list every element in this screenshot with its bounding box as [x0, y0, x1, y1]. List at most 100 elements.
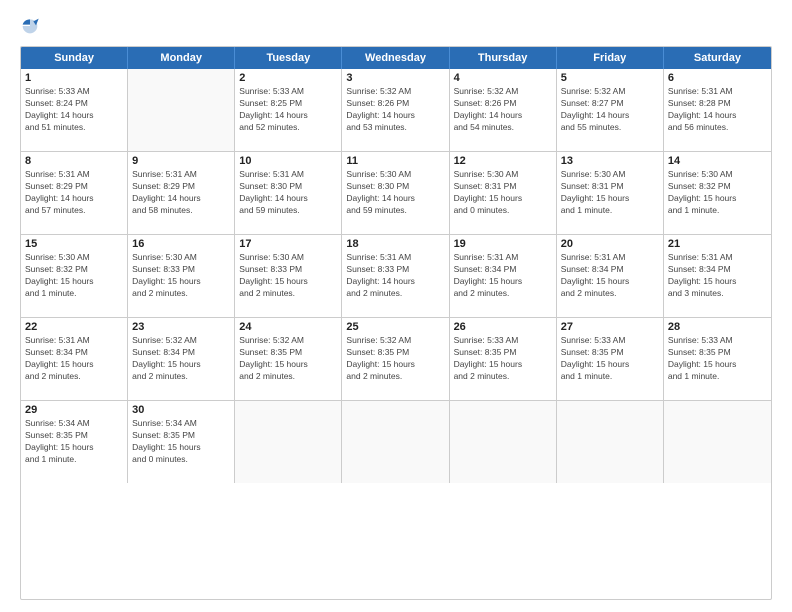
day-number: 6 [668, 72, 767, 84]
day-number: 20 [561, 238, 659, 250]
day-info: Sunrise: 5:31 AMSunset: 8:29 PMDaylight:… [132, 169, 230, 217]
calendar-cell: 9 Sunrise: 5:31 AMSunset: 8:29 PMDaylight… [128, 152, 235, 234]
day-number: 17 [239, 238, 337, 250]
calendar-cell [128, 69, 235, 151]
header-day-thursday: Thursday [450, 47, 557, 69]
day-number: 8 [25, 155, 123, 167]
calendar-cell: 21 Sunrise: 5:31 AMSunset: 8:34 PMDayligh… [664, 235, 771, 317]
page: SundayMondayTuesdayWednesdayThursdayFrid… [0, 0, 792, 612]
day-info: Sunrise: 5:34 AMSunset: 8:35 PMDaylight:… [25, 418, 123, 466]
day-number: 9 [132, 155, 230, 167]
day-info: Sunrise: 5:34 AMSunset: 8:35 PMDaylight:… [132, 418, 230, 466]
day-info: Sunrise: 5:33 AMSunset: 8:25 PMDaylight:… [239, 86, 337, 134]
day-number: 26 [454, 321, 552, 333]
calendar-body: 1 Sunrise: 5:33 AMSunset: 8:24 PMDaylight… [21, 69, 771, 483]
calendar-cell: 28 Sunrise: 5:33 AMSunset: 8:35 PMDayligh… [664, 318, 771, 400]
calendar-row-2: 15 Sunrise: 5:30 AMSunset: 8:32 PMDayligh… [21, 234, 771, 317]
day-info: Sunrise: 5:31 AMSunset: 8:33 PMDaylight:… [346, 252, 444, 300]
calendar-cell: 12 Sunrise: 5:30 AMSunset: 8:31 PMDayligh… [450, 152, 557, 234]
day-info: Sunrise: 5:30 AMSunset: 8:32 PMDaylight:… [668, 169, 767, 217]
calendar-cell: 26Sunrise: 5:33 AMSunset: 8:35 PMDayligh… [450, 318, 557, 400]
day-info: Sunrise: 5:33 AMSunset: 8:35 PMDaylight:… [561, 335, 659, 383]
day-info: Sunrise: 5:31 AMSunset: 8:34 PMDaylight:… [561, 252, 659, 300]
day-number: 1 [25, 72, 123, 84]
day-info: Sunrise: 5:31 AMSunset: 8:34 PMDaylight:… [25, 335, 123, 383]
calendar-cell: 30Sunrise: 5:34 AMSunset: 8:35 PMDayligh… [128, 401, 235, 483]
day-number: 11 [346, 155, 444, 167]
calendar-cell: 20 Sunrise: 5:31 AMSunset: 8:34 PMDayligh… [557, 235, 664, 317]
day-info: Sunrise: 5:33 AMSunset: 8:24 PMDaylight:… [25, 86, 123, 134]
day-number: 19 [454, 238, 552, 250]
calendar-row-3: 22 Sunrise: 5:31 AMSunset: 8:34 PMDayligh… [21, 317, 771, 400]
day-number: 18 [346, 238, 444, 250]
header-day-monday: Monday [128, 47, 235, 69]
day-info: Sunrise: 5:32 AMSunset: 8:35 PMDaylight:… [239, 335, 337, 383]
calendar-cell: 23 Sunrise: 5:32 AMSunset: 8:34 PMDayligh… [128, 318, 235, 400]
calendar-cell: 16Sunrise: 5:30 AMSunset: 8:33 PMDayligh… [128, 235, 235, 317]
calendar-row-0: 1 Sunrise: 5:33 AMSunset: 8:24 PMDaylight… [21, 69, 771, 151]
day-info: Sunrise: 5:30 AMSunset: 8:31 PMDaylight:… [561, 169, 659, 217]
calendar-cell [450, 401, 557, 483]
header-day-tuesday: Tuesday [235, 47, 342, 69]
day-number: 28 [668, 321, 767, 333]
logo [20, 16, 44, 36]
calendar-header: SundayMondayTuesdayWednesdayThursdayFrid… [21, 47, 771, 69]
day-info: Sunrise: 5:32 AMSunset: 8:26 PMDaylight:… [346, 86, 444, 134]
calendar-cell: 19Sunrise: 5:31 AMSunset: 8:34 PMDayligh… [450, 235, 557, 317]
day-info: Sunrise: 5:30 AMSunset: 8:32 PMDaylight:… [25, 252, 123, 300]
calendar-cell: 22 Sunrise: 5:31 AMSunset: 8:34 PMDayligh… [21, 318, 128, 400]
header-day-sunday: Sunday [21, 47, 128, 69]
day-info: Sunrise: 5:32 AMSunset: 8:27 PMDaylight:… [561, 86, 659, 134]
calendar-cell [342, 401, 449, 483]
calendar-cell: 5 Sunrise: 5:32 AMSunset: 8:27 PMDaylight… [557, 69, 664, 151]
calendar-cell [664, 401, 771, 483]
day-info: Sunrise: 5:32 AMSunset: 8:35 PMDaylight:… [346, 335, 444, 383]
calendar-cell [235, 401, 342, 483]
header-day-friday: Friday [557, 47, 664, 69]
header [20, 16, 772, 36]
calendar-cell: 17Sunrise: 5:30 AMSunset: 8:33 PMDayligh… [235, 235, 342, 317]
day-number: 10 [239, 155, 337, 167]
day-number: 3 [346, 72, 444, 84]
day-number: 12 [454, 155, 552, 167]
calendar-cell: 14 Sunrise: 5:30 AMSunset: 8:32 PMDayligh… [664, 152, 771, 234]
day-info: Sunrise: 5:31 AMSunset: 8:34 PMDaylight:… [668, 252, 767, 300]
calendar-cell: 13Sunrise: 5:30 AMSunset: 8:31 PMDayligh… [557, 152, 664, 234]
logo-icon [20, 16, 40, 36]
day-number: 5 [561, 72, 659, 84]
day-info: Sunrise: 5:33 AMSunset: 8:35 PMDaylight:… [668, 335, 767, 383]
day-info: Sunrise: 5:30 AMSunset: 8:30 PMDaylight:… [346, 169, 444, 217]
day-number: 23 [132, 321, 230, 333]
day-number: 24 [239, 321, 337, 333]
calendar-cell: 29Sunrise: 5:34 AMSunset: 8:35 PMDayligh… [21, 401, 128, 483]
calendar-cell: 10Sunrise: 5:31 AMSunset: 8:30 PMDayligh… [235, 152, 342, 234]
calendar-cell: 2 Sunrise: 5:33 AMSunset: 8:25 PMDaylight… [235, 69, 342, 151]
calendar-cell: 6 Sunrise: 5:31 AMSunset: 8:28 PMDaylight… [664, 69, 771, 151]
calendar-cell: 24 Sunrise: 5:32 AMSunset: 8:35 PMDayligh… [235, 318, 342, 400]
day-number: 4 [454, 72, 552, 84]
calendar-cell: 1 Sunrise: 5:33 AMSunset: 8:24 PMDaylight… [21, 69, 128, 151]
calendar-row-4: 29Sunrise: 5:34 AMSunset: 8:35 PMDayligh… [21, 400, 771, 483]
day-number: 27 [561, 321, 659, 333]
calendar-cell: 8 Sunrise: 5:31 AMSunset: 8:29 PMDaylight… [21, 152, 128, 234]
calendar-cell: 3 Sunrise: 5:32 AMSunset: 8:26 PMDaylight… [342, 69, 449, 151]
day-number: 14 [668, 155, 767, 167]
day-number: 16 [132, 238, 230, 250]
day-info: Sunrise: 5:32 AMSunset: 8:34 PMDaylight:… [132, 335, 230, 383]
day-number: 22 [25, 321, 123, 333]
calendar-cell: 15 Sunrise: 5:30 AMSunset: 8:32 PMDayligh… [21, 235, 128, 317]
day-info: Sunrise: 5:31 AMSunset: 8:29 PMDaylight:… [25, 169, 123, 217]
header-day-wednesday: Wednesday [342, 47, 449, 69]
day-number: 2 [239, 72, 337, 84]
calendar-cell: 11 Sunrise: 5:30 AMSunset: 8:30 PMDayligh… [342, 152, 449, 234]
calendar-cell: 4Sunrise: 5:32 AMSunset: 8:26 PMDaylight… [450, 69, 557, 151]
day-number: 15 [25, 238, 123, 250]
calendar-cell: 27 Sunrise: 5:33 AMSunset: 8:35 PMDayligh… [557, 318, 664, 400]
calendar-cell [557, 401, 664, 483]
header-day-saturday: Saturday [664, 47, 771, 69]
day-info: Sunrise: 5:30 AMSunset: 8:31 PMDaylight:… [454, 169, 552, 217]
calendar-cell: 25Sunrise: 5:32 AMSunset: 8:35 PMDayligh… [342, 318, 449, 400]
day-info: Sunrise: 5:31 AMSunset: 8:28 PMDaylight:… [668, 86, 767, 134]
calendar: SundayMondayTuesdayWednesdayThursdayFrid… [20, 46, 772, 600]
day-number: 21 [668, 238, 767, 250]
